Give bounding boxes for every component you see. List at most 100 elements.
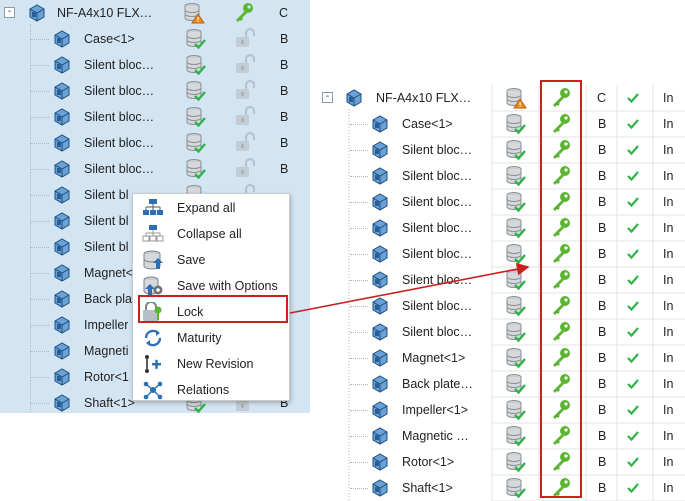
state-label: In (663, 299, 674, 313)
save-icon (143, 250, 163, 270)
maturity-code: B (280, 162, 289, 176)
maturity-code: B (280, 84, 289, 98)
tree-row[interactable]: Magnet<1> B In (312, 345, 685, 371)
database-check-icon (186, 29, 206, 50)
part-icon (372, 401, 388, 419)
node-label: Silent bloc… (402, 143, 473, 157)
state-label: In (663, 143, 674, 157)
database-warning-icon (506, 88, 527, 109)
relations-icon (143, 381, 163, 400)
database-check-icon (506, 348, 526, 369)
tree-connector (350, 358, 368, 359)
part-icon (372, 297, 388, 315)
database-check-icon (506, 478, 526, 499)
database-check-icon (506, 270, 526, 291)
check-icon (627, 327, 639, 338)
tree-row[interactable]: Silent bloc… B In (312, 241, 685, 267)
tree-row[interactable]: Rotor<1> B In (312, 449, 685, 475)
check-icon (627, 119, 639, 130)
check-icon (627, 353, 639, 364)
tree-row[interactable]: Silent bloc… B In (312, 189, 685, 215)
state-label: In (663, 481, 674, 495)
collapse-toggle[interactable]: - (322, 92, 333, 103)
database-check-icon (506, 166, 526, 187)
database-check-icon (186, 81, 206, 102)
tree-connector (350, 280, 368, 281)
tree-row[interactable]: Silent bloc… B (0, 104, 310, 130)
menu-item-expand-all[interactable]: Expand all (133, 195, 289, 221)
maturity-code: B (598, 325, 607, 339)
tree-row[interactable]: Silent bloc… B In (312, 319, 685, 345)
database-check-icon (186, 133, 206, 154)
tree-row[interactable]: Case<1>BIn Work (0, 26, 310, 52)
tree-connector (350, 254, 368, 255)
state-label: In (663, 221, 674, 235)
tree-row[interactable]: Back plate… B In (312, 371, 685, 397)
node-label: Silent bloc… (402, 195, 473, 209)
tree-row[interactable]: Silent bloc… B (0, 156, 310, 182)
save-options-icon (143, 276, 163, 295)
maturity-code: B (598, 455, 607, 469)
tree-connector (350, 462, 368, 463)
node-label: Back plat (84, 292, 136, 306)
database-check-icon (506, 192, 526, 213)
node-label: NF-A4x10 FLX… (376, 91, 472, 105)
part-icon (54, 56, 70, 74)
tree-row[interactable]: Silent bloc… B In (312, 293, 685, 319)
part-icon (372, 245, 388, 263)
tree-connector (350, 384, 368, 385)
tree-row[interactable]: Impeller<1> B In (312, 397, 685, 423)
tree-connector (31, 351, 49, 352)
node-label: Rotor<1> (402, 455, 455, 469)
tree-connector (31, 299, 49, 300)
part-icon (54, 342, 70, 360)
maturity-code: B (598, 117, 607, 131)
menu-item-label: Save (177, 253, 206, 267)
part-icon (372, 219, 388, 237)
maturity-code: C (279, 6, 289, 20)
tree-row[interactable]: Case<1> B In (312, 111, 685, 137)
tree-row[interactable]: Silent bloc…BIn W (0, 78, 310, 104)
tree-row[interactable]: Shaft<1> B In (312, 475, 685, 501)
tree-row[interactable]: Silent bloc… B In (312, 267, 685, 293)
collapse-toggle[interactable]: - (4, 7, 15, 18)
menu-item-new-revision[interactable]: New Revision (133, 351, 289, 377)
node-label: Silent bloc… (402, 247, 473, 261)
menu-item-collapse-all[interactable]: Collapse all (133, 221, 289, 247)
tree-row[interactable]: Silent bloc… B In (312, 215, 685, 241)
node-label: Silent bloc… (402, 273, 473, 287)
menu-item-label: New Revision (177, 357, 254, 371)
tree-connector (31, 169, 49, 170)
expand-all-icon (143, 199, 163, 215)
maturity-code: B (598, 195, 607, 209)
tree-row[interactable]: Silent bloc…BIn Work (0, 52, 310, 78)
state-label: In (663, 455, 674, 469)
part-icon (372, 271, 388, 289)
menu-item-relations[interactable]: Relations (133, 377, 289, 403)
tree-row[interactable]: Magnetic … B In (312, 423, 685, 449)
node-label: Case<1> (84, 32, 135, 46)
menu-item-label: Maturity (177, 331, 222, 345)
database-check-icon (506, 140, 526, 161)
check-icon (309, 32, 310, 46)
tree-root-row[interactable]: - NF-A4x10 FLX… C In (312, 85, 685, 111)
tree-connector (350, 176, 368, 177)
tree-root-row[interactable]: - NF-A4x10 FLX… C In Work (0, 0, 310, 26)
maturity-code: B (598, 273, 607, 287)
tree-row[interactable]: Silent bloc… B (0, 130, 310, 156)
menu-item-save[interactable]: Save (133, 247, 289, 273)
database-check-icon (506, 114, 526, 135)
maturity-code: B (598, 221, 607, 235)
node-label: Silent bloc… (402, 169, 473, 183)
tree-row[interactable]: Silent bloc… B In (312, 163, 685, 189)
menu-item-maturity[interactable]: Maturity (133, 325, 289, 351)
check-icon (627, 145, 639, 156)
key-icon (236, 3, 253, 22)
tree-connector (31, 403, 49, 404)
tree-connector (31, 195, 49, 196)
tree-connector (31, 65, 49, 66)
tree-row[interactable]: Silent bloc… B In (312, 137, 685, 163)
state-label: In (663, 91, 674, 105)
part-icon (54, 108, 70, 126)
check-icon (627, 431, 639, 442)
